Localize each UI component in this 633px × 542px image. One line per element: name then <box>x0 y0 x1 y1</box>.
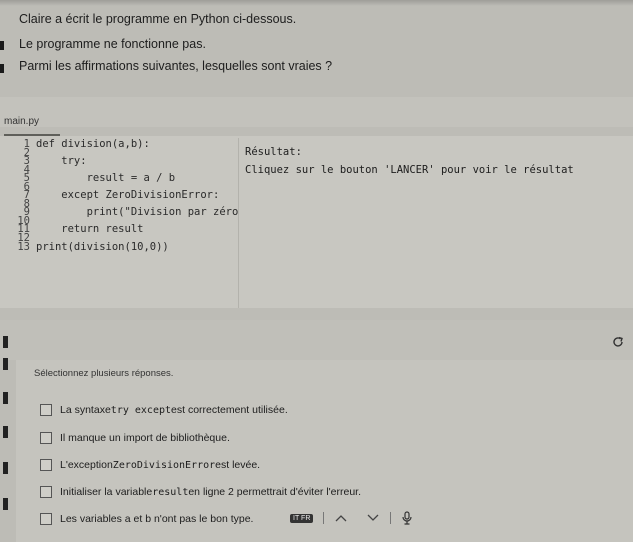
checkbox[interactable] <box>40 432 52 444</box>
result-title: Résultat: <box>245 146 302 158</box>
margin-mark <box>0 64 4 73</box>
answers-instruction: Sélectionnez plusieurs réponses. <box>34 368 174 379</box>
floating-toolbar: IT FR <box>284 506 444 530</box>
checkbox[interactable] <box>40 486 52 498</box>
code-line: 11 return result <box>17 223 144 236</box>
question-line-2: Le programme ne fonctionne pas. <box>19 37 206 51</box>
result-placeholder: Cliquez sur le bouton 'LANCER' pour voir… <box>245 164 574 176</box>
margin-mark <box>3 392 8 404</box>
answer-option-3[interactable]: L'exception ZeroDivisionError est levée. <box>40 459 260 471</box>
code-line: 1 def division(a,b): <box>23 138 150 150</box>
window-top-edge <box>0 0 633 6</box>
toolbar-separator <box>323 512 325 524</box>
margin-mark <box>3 336 8 348</box>
margin-mark <box>3 498 8 510</box>
editor-header <box>0 97 633 127</box>
reload-icon[interactable] <box>612 336 624 348</box>
margin-mark <box>0 41 4 50</box>
language-flag[interactable]: IT FR <box>290 513 314 523</box>
margin-mark <box>3 426 8 438</box>
code-line: 13 print(division(10,0)) <box>17 240 169 253</box>
answer-option-5[interactable]: Les variables a et b n'ont pas le bon ty… <box>40 513 253 525</box>
question-line-1: Claire a écrit le programme en Python ci… <box>19 12 297 26</box>
margin-mark <box>3 462 8 474</box>
code-line: 5 result = a / b <box>23 172 176 185</box>
editor-footer <box>0 320 633 360</box>
answer-option-1[interactable]: La syntaxe try except est correctement u… <box>40 404 288 416</box>
question-line-3: Parmi les affirmations suivantes, lesque… <box>19 59 333 73</box>
left-margin <box>0 330 14 542</box>
chevron-up-icon[interactable] <box>334 513 348 523</box>
code-listing[interactable]: 1 def division(a,b): 2 3 try: 4 5 result … <box>8 138 239 253</box>
checkbox[interactable] <box>40 404 52 416</box>
toolbar-separator <box>390 512 392 524</box>
file-tab-main-py[interactable]: main.py <box>4 116 39 127</box>
answer-option-2[interactable]: Il manque un import de bibliothèque. <box>40 432 230 444</box>
chevron-down-icon[interactable] <box>366 513 380 523</box>
answer-option-4[interactable]: Initialiser la variable result en ligne … <box>40 486 361 498</box>
microphone-icon[interactable] <box>401 511 413 525</box>
editor-output-divider[interactable] <box>238 138 239 308</box>
code-line: 7 except ZeroDivisionError: <box>23 189 220 202</box>
checkbox[interactable] <box>40 513 52 525</box>
checkbox[interactable] <box>40 459 52 471</box>
margin-mark <box>3 358 8 370</box>
code-line: 3 try: <box>23 155 87 168</box>
code-line: 9 print("Division par zéro <box>23 206 239 219</box>
